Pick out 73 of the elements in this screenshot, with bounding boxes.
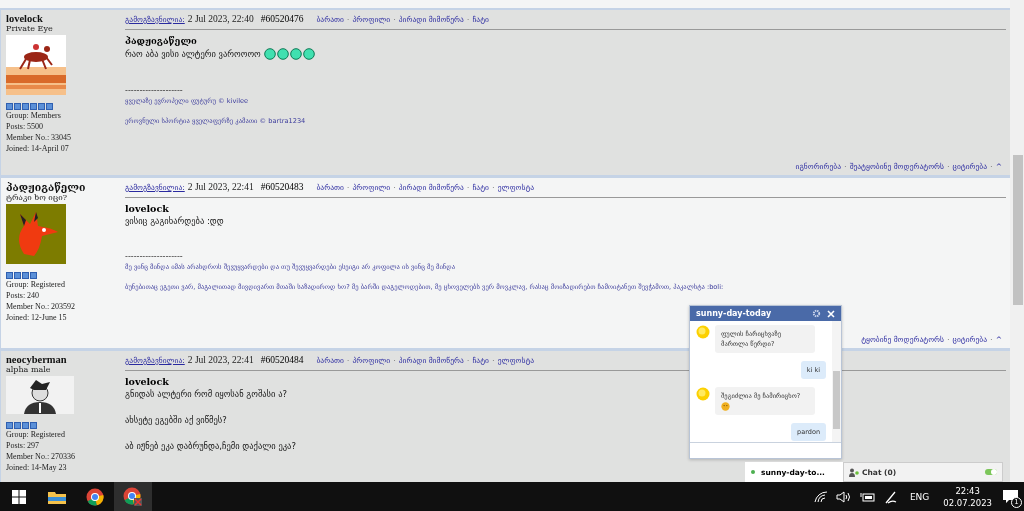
separator: · bbox=[990, 162, 993, 171]
scrollbar-thumb[interactable] bbox=[833, 371, 840, 429]
user-title: alpha male bbox=[6, 365, 51, 374]
separator: · bbox=[393, 356, 396, 365]
post-text: აბ იჟნებ ეკა დაბრუნდა,ჩემი დაქალი ეკა? bbox=[125, 441, 296, 451]
message-icon bbox=[1003, 489, 1019, 504]
user-stat: Joined: 14-May 23 bbox=[6, 462, 67, 473]
user-stat: Posts: 5500 bbox=[6, 121, 44, 132]
clock-date[interactable]: 02.07.2023 bbox=[943, 496, 992, 509]
user-stat: Member No.: 203592 bbox=[6, 301, 76, 312]
username[interactable]: neocyberman bbox=[6, 354, 67, 365]
post-text: გნიდას ალტერი რომ იყოსან გოშასი ა? bbox=[125, 389, 287, 399]
quote-author: lovelock bbox=[125, 376, 169, 387]
username[interactable]: პადჟიგაწელი bbox=[6, 181, 86, 193]
quote-author: lovelock bbox=[125, 203, 169, 214]
user-stat: Joined: 12-June 15 bbox=[6, 312, 67, 323]
separator: · bbox=[946, 162, 950, 171]
quote-author: პადჟიგაწელი bbox=[125, 35, 197, 46]
close-icon[interactable] bbox=[827, 309, 835, 318]
toggle-switch[interactable] bbox=[985, 469, 997, 475]
post-number: #60520483 bbox=[260, 182, 304, 192]
user-stat: Posts: 297 bbox=[6, 440, 40, 451]
separator: · bbox=[466, 183, 470, 192]
battery-icon[interactable] bbox=[859, 490, 876, 503]
post-text: ახსეტე ეგებში აქ ვიწმეს? bbox=[125, 415, 227, 425]
user-stat: Group: Registered bbox=[6, 429, 65, 440]
separator: · bbox=[946, 335, 950, 344]
separator: · bbox=[491, 183, 495, 192]
separator: · bbox=[346, 356, 350, 365]
post-date: 2 Jul 2023, 22:41 bbox=[187, 182, 254, 192]
circle-icon bbox=[302, 48, 315, 60]
sun-avatar-icon bbox=[696, 325, 710, 339]
user-stat: Member No.: 270336 bbox=[6, 451, 76, 462]
user-title: ტრაკი ხო იცი? bbox=[6, 193, 67, 202]
post-text: ვისიც გაგიხარდება :დდ bbox=[125, 216, 224, 226]
signature-text: -------------------- bbox=[125, 86, 184, 95]
post-number: #60520484 bbox=[260, 355, 304, 365]
signature-text: -------------------- bbox=[125, 252, 184, 261]
settings-icon[interactable] bbox=[812, 309, 821, 318]
separator: · bbox=[346, 183, 350, 192]
user-stat: Member No.: 33045 bbox=[6, 132, 72, 143]
post-date: 2 Jul 2023, 22:40 bbox=[187, 14, 254, 24]
separator: · bbox=[466, 356, 470, 365]
clock-time[interactable]: 22:43 bbox=[955, 484, 980, 497]
circle-icon bbox=[276, 48, 289, 60]
post-number: #60520476 bbox=[260, 14, 304, 24]
language-indicator[interactable]: ENG bbox=[909, 491, 930, 502]
user-title: Private Eye bbox=[6, 24, 53, 33]
scrollbar-thumb[interactable] bbox=[1013, 155, 1023, 305]
username[interactable]: lovelock bbox=[6, 13, 43, 24]
user-icon bbox=[849, 467, 859, 477]
browser-icon[interactable] bbox=[114, 482, 152, 511]
circle-icon bbox=[263, 48, 276, 60]
chat-title: sunny-day-today bbox=[696, 309, 773, 318]
smiley-icon bbox=[721, 402, 730, 411]
user-stat: Group: Registered bbox=[6, 279, 65, 290]
separator: · bbox=[491, 356, 495, 365]
separator: · bbox=[466, 15, 470, 24]
post-date: 2 Jul 2023, 22:41 bbox=[187, 355, 254, 365]
user-stat: Group: Members bbox=[6, 110, 61, 121]
circle-icon bbox=[289, 48, 302, 60]
separator: · bbox=[393, 15, 396, 24]
separator: · bbox=[843, 162, 847, 171]
pen-icon[interactable] bbox=[883, 489, 898, 504]
user-stat: Joined: 14-April 07 bbox=[6, 143, 69, 154]
separator: · bbox=[990, 335, 993, 344]
wifi-icon[interactable] bbox=[813, 490, 828, 503]
volume-icon[interactable] bbox=[835, 490, 852, 503]
separator: · bbox=[393, 183, 396, 192]
user-stat: Posts: 240 bbox=[6, 290, 40, 301]
sun-avatar-icon bbox=[696, 387, 710, 401]
post-text: რაო აბა ვისი ალტერი ვაროოოო bbox=[125, 49, 261, 59]
separator: · bbox=[346, 15, 350, 24]
